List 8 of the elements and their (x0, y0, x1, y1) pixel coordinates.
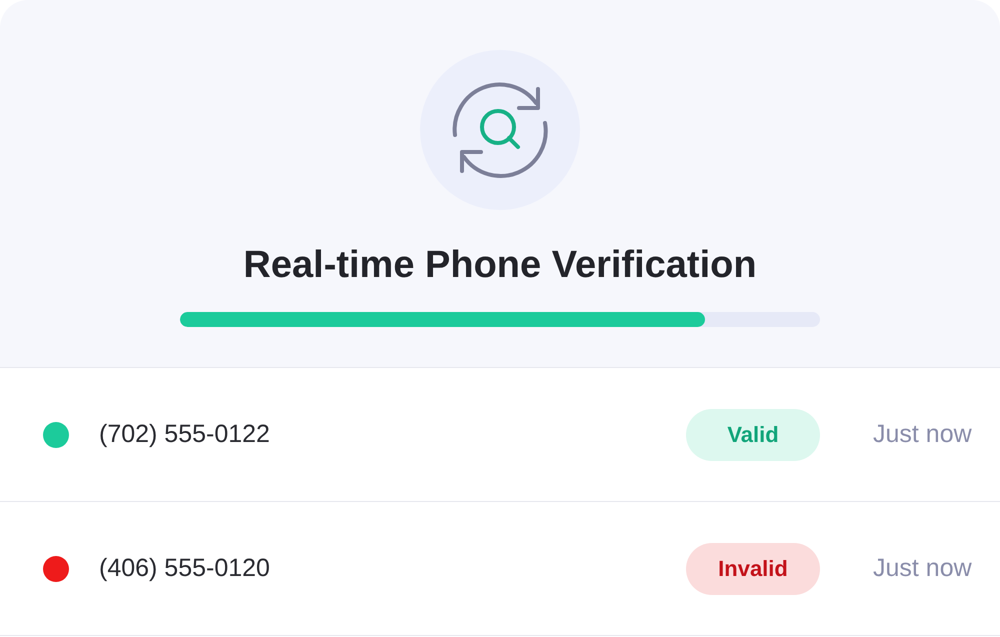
timestamp: Just now (872, 554, 973, 583)
phone-number: (702) 555-0122 (99, 420, 271, 449)
status-badge: Valid (686, 408, 820, 460)
refresh-search-icon (452, 81, 548, 179)
timestamp: Just now (872, 420, 973, 449)
phone-number: (406) 555-0120 (99, 554, 271, 583)
card-title: Real-time Phone Verification (243, 243, 757, 288)
status-badge: Invalid (686, 542, 820, 594)
